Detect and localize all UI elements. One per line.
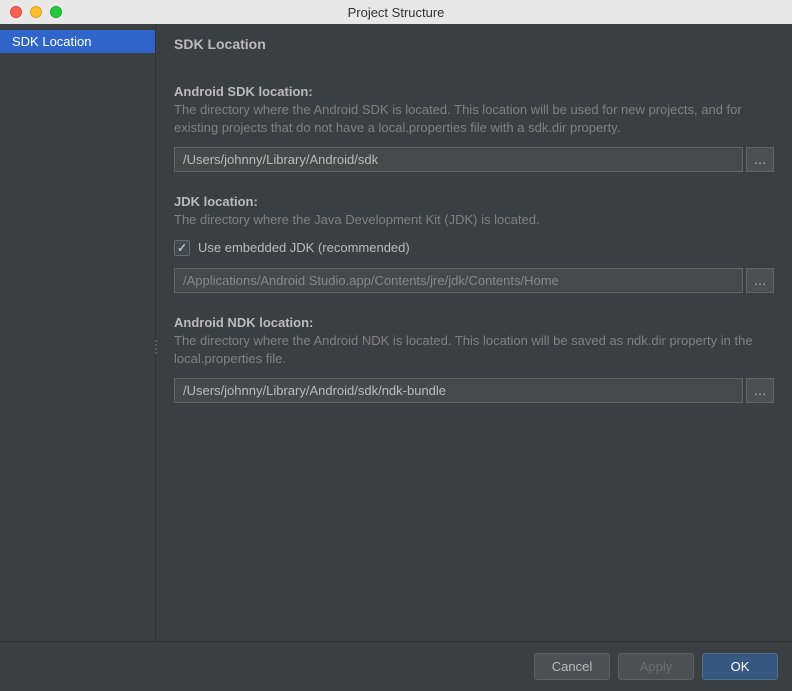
sdk-location-label: Android SDK location: xyxy=(174,84,774,99)
use-embedded-jdk-label: Use embedded JDK (recommended) xyxy=(198,240,410,255)
sidebar: SDK Location xyxy=(0,24,156,641)
apply-button[interactable]: Apply xyxy=(618,653,694,680)
sdk-browse-button[interactable]: … xyxy=(746,147,774,172)
minimize-window-button[interactable] xyxy=(30,6,42,18)
window-titlebar: Project Structure xyxy=(0,0,792,24)
ndk-input-row: … xyxy=(174,378,774,403)
jdk-input-row: … xyxy=(174,268,774,293)
close-window-button[interactable] xyxy=(10,6,22,18)
jdk-location-label: JDK location: xyxy=(174,194,774,209)
jdk-checkbox-row: Use embedded JDK (recommended) xyxy=(174,240,774,256)
ok-button[interactable]: OK xyxy=(702,653,778,680)
jdk-browse-button[interactable]: … xyxy=(746,268,774,293)
sdk-input-row: … xyxy=(174,147,774,172)
traffic-lights xyxy=(10,6,62,18)
content-panel: SDK Location Android SDK location: The d… xyxy=(156,24,792,641)
page-title: SDK Location xyxy=(174,36,774,52)
sdk-location-description: The directory where the Android SDK is l… xyxy=(174,101,774,137)
sidebar-resize-handle[interactable] xyxy=(153,340,159,360)
zoom-window-button[interactable] xyxy=(50,6,62,18)
window-title: Project Structure xyxy=(348,5,445,20)
ndk-browse-button[interactable]: … xyxy=(746,378,774,403)
cancel-button[interactable]: Cancel xyxy=(534,653,610,680)
sdk-location-input[interactable] xyxy=(174,147,743,172)
ndk-location-input[interactable] xyxy=(174,378,743,403)
main-area: SDK Location SDK Location Android SDK lo… xyxy=(0,24,792,641)
ndk-location-label: Android NDK location: xyxy=(174,315,774,330)
use-embedded-jdk-checkbox[interactable] xyxy=(174,240,190,256)
jdk-location-description: The directory where the Java Development… xyxy=(174,211,774,229)
ndk-location-description: The directory where the Android NDK is l… xyxy=(174,332,774,368)
jdk-location-input[interactable] xyxy=(174,268,743,293)
sidebar-item-sdk-location[interactable]: SDK Location xyxy=(0,30,155,53)
dialog-footer: Cancel Apply OK xyxy=(0,641,792,691)
